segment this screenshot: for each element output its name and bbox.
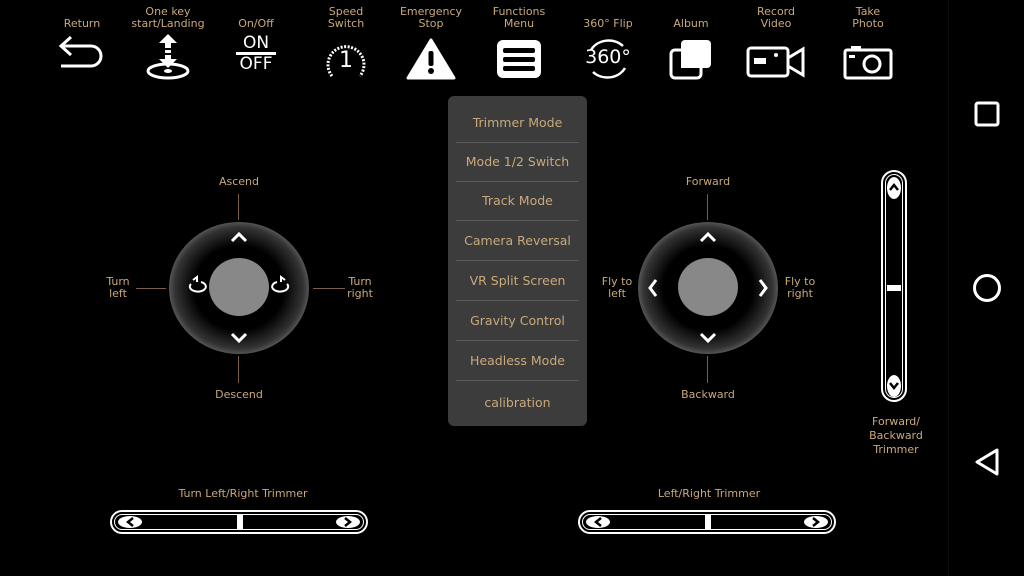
home-icon[interactable] xyxy=(972,273,1002,303)
return-arrow-icon xyxy=(58,35,103,68)
flip-text: 360° xyxy=(585,46,631,68)
menu-item-gravity-control[interactable]: Gravity Control xyxy=(456,301,579,341)
speed-switch-button[interactable]: Speed Switch 1 xyxy=(306,6,386,82)
on-off-icon: ON OFF xyxy=(236,34,276,73)
ascend-label: Ascend xyxy=(218,175,260,188)
right-joystick-knob[interactable] xyxy=(678,258,738,316)
fly-left-label: Fly to left xyxy=(601,275,633,300)
forward-label: Forward xyxy=(685,175,731,188)
trim-left-button[interactable] xyxy=(118,516,142,528)
speed-label: Speed Switch xyxy=(327,5,365,30)
trim-down-button[interactable] xyxy=(887,375,901,397)
on-text: ON xyxy=(236,34,276,55)
record-video-button[interactable]: Record Video xyxy=(736,6,816,82)
trimmer-marker[interactable] xyxy=(705,515,711,529)
speed-value: 1 xyxy=(339,48,353,73)
on-off-button[interactable]: On/Off ON OFF xyxy=(216,6,296,82)
menu-item-calibration[interactable]: calibration xyxy=(456,382,579,422)
turn-trimmer-slider[interactable] xyxy=(110,510,368,534)
on-off-label: On/Off xyxy=(238,17,274,30)
chevron-left-icon xyxy=(648,279,658,297)
menu-item-mode-switch[interactable]: Mode 1/2 Switch xyxy=(456,142,579,182)
left-right-trimmer-slider[interactable] xyxy=(578,510,836,534)
backward-label: Backward xyxy=(681,388,735,401)
chevron-right-icon xyxy=(758,279,768,297)
album-label: Album xyxy=(673,17,709,30)
trimmer-marker[interactable] xyxy=(887,285,901,291)
turn-left-line xyxy=(136,288,166,289)
left-joystick-knob[interactable] xyxy=(209,258,269,316)
chevron-down-icon xyxy=(230,332,248,344)
left-joystick[interactable] xyxy=(169,222,309,354)
turn-right-line xyxy=(313,288,345,289)
chevron-down-icon xyxy=(699,332,717,344)
menu-item-vr-split-screen[interactable]: VR Split Screen xyxy=(456,261,579,301)
trim-right-button[interactable] xyxy=(804,516,828,528)
video-camera-icon xyxy=(746,46,805,78)
descend-label: Descend xyxy=(215,388,263,401)
record-label: Record Video xyxy=(756,5,795,30)
takeoff-landing-icon xyxy=(146,34,190,80)
menu-item-track-mode[interactable]: Track Mode xyxy=(456,181,579,221)
takeoff-label: One key start/Landing xyxy=(131,5,205,30)
menu-item-headless-mode[interactable]: Headless Mode xyxy=(456,341,579,381)
forward-backward-trimmer-slider[interactable] xyxy=(881,170,907,402)
fly-right-label: Fly to right xyxy=(784,275,816,300)
turn-trimmer-label: Turn Left/Right Trimmer xyxy=(178,487,308,500)
functions-menu-button[interactable]: Functions Menu xyxy=(479,6,559,82)
album-icon xyxy=(669,40,711,80)
return-label: Return xyxy=(63,17,101,30)
ascend-line xyxy=(238,194,239,220)
left-right-trimmer-label: Left/Right Trimmer xyxy=(657,487,761,500)
forward-backward-trimmer-label: Forward/ Backward Trimmer xyxy=(869,415,923,456)
descend-line xyxy=(238,356,239,383)
functions-menu: Trimmer Mode Mode 1/2 Switch Track Mode … xyxy=(448,96,587,426)
recents-icon[interactable] xyxy=(974,101,1000,127)
trim-up-button[interactable] xyxy=(887,177,901,199)
take-photo-button[interactable]: Take Photo xyxy=(828,6,908,82)
chevron-up-icon xyxy=(699,231,717,243)
menu-icon xyxy=(497,40,541,78)
takeoff-landing-button[interactable]: One key start/Landing xyxy=(128,6,208,82)
right-joystick[interactable] xyxy=(638,222,778,354)
photo-camera-icon xyxy=(843,46,893,80)
rotate-left-icon xyxy=(188,275,207,293)
warning-icon xyxy=(406,38,456,80)
trim-left-button[interactable] xyxy=(586,516,610,528)
emergency-stop-button[interactable]: Emergency Stop xyxy=(391,6,471,82)
functions-label: Functions Menu xyxy=(492,5,546,30)
album-button[interactable]: Album xyxy=(651,6,731,82)
forward-line xyxy=(707,194,708,220)
rotate-right-icon xyxy=(271,275,290,293)
turn-left-label: Turn left xyxy=(106,275,130,300)
menu-item-trimmer-mode[interactable]: Trimmer Mode xyxy=(456,103,579,143)
system-nav-bar xyxy=(948,0,1024,576)
turn-right-label: Turn right xyxy=(347,275,373,300)
photo-label: Take Photo xyxy=(852,5,884,30)
off-text: OFF xyxy=(239,54,273,74)
menu-item-camera-reversal[interactable]: Camera Reversal xyxy=(456,221,579,261)
chevron-up-icon xyxy=(230,231,248,243)
flip-360-button[interactable]: 360° Flip 360° xyxy=(568,6,648,82)
backward-line xyxy=(707,356,708,383)
emergency-label: Emergency Stop xyxy=(399,5,463,30)
trimmer-marker[interactable] xyxy=(237,515,243,529)
flip-label: 360° Flip xyxy=(583,17,633,30)
trim-right-button[interactable] xyxy=(336,516,360,528)
return-button[interactable]: Return xyxy=(42,6,122,82)
back-icon[interactable] xyxy=(973,447,1001,477)
